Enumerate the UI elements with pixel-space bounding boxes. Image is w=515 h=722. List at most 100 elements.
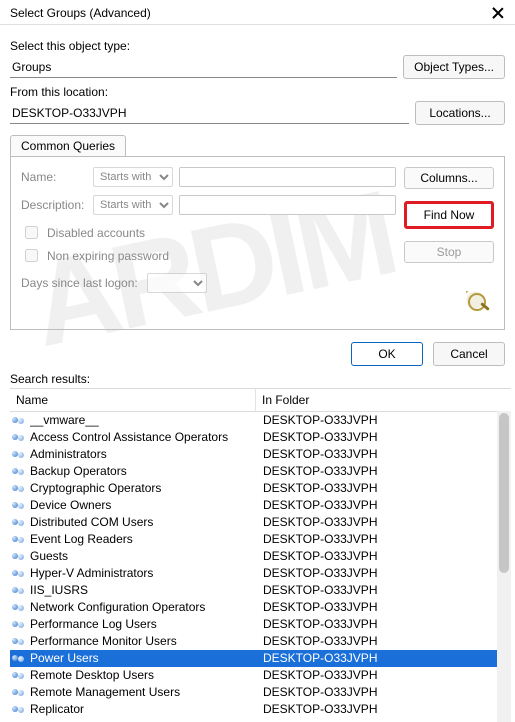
list-item-folder: DESKTOP-O33JVPH	[257, 582, 511, 599]
list-item-folder: DESKTOP-O33JVPH	[257, 616, 511, 633]
scrollbar-thumb[interactable]	[499, 413, 509, 573]
group-icon	[11, 482, 27, 496]
group-icon	[11, 703, 27, 717]
list-item-name: Network Configuration Operators	[30, 599, 257, 616]
list-item-folder: DESKTOP-O33JVPH	[257, 463, 511, 480]
list-item[interactable]: Power UsersDESKTOP-O33JVPH	[10, 650, 511, 667]
list-item[interactable]: Network Configuration OperatorsDESKTOP-O…	[10, 599, 511, 616]
list-item-name: Hyper-V Administrators	[30, 565, 257, 582]
list-item[interactable]: Access Control Assistance OperatorsDESKT…	[10, 429, 511, 446]
group-icon	[11, 431, 27, 445]
close-icon[interactable]	[491, 6, 505, 20]
stop-button: Stop	[404, 241, 494, 263]
results-list[interactable]: __vmware__DESKTOP-O33JVPHAccess Control …	[10, 412, 511, 722]
group-icon	[11, 550, 27, 564]
list-item-folder: DESKTOP-O33JVPH	[257, 497, 511, 514]
list-item-folder: DESKTOP-O33JVPH	[257, 429, 511, 446]
group-icon	[11, 533, 27, 547]
locations-button[interactable]: Locations...	[415, 101, 505, 125]
list-item-folder: DESKTOP-O33JVPH	[257, 633, 511, 650]
results-label: Search results:	[0, 372, 515, 388]
list-item-folder: DESKTOP-O33JVPH	[257, 548, 511, 565]
group-icon	[11, 584, 27, 598]
days-label: Days since last logon:	[21, 276, 141, 290]
list-item-name: Replicator	[30, 701, 257, 718]
list-item[interactable]: GuestsDESKTOP-O33JVPH	[10, 548, 511, 565]
list-item-folder: DESKTOP-O33JVPH	[257, 565, 511, 582]
list-item[interactable]: AdministratorsDESKTOP-O33JVPH	[10, 446, 511, 463]
object-type-field[interactable]	[10, 57, 397, 78]
name-match-select: Starts with	[93, 167, 173, 187]
list-item-folder: DESKTOP-O33JVPH	[257, 599, 511, 616]
list-item-name: Administrators	[30, 446, 257, 463]
ok-button[interactable]: OK	[351, 342, 423, 366]
group-icon	[11, 414, 27, 428]
group-icon	[11, 635, 27, 649]
list-item[interactable]: Hyper-V AdministratorsDESKTOP-O33JVPH	[10, 565, 511, 582]
disabled-accounts-checkbox: Disabled accounts	[21, 223, 396, 242]
list-item[interactable]: Remote Management UsersDESKTOP-O33JVPH	[10, 684, 511, 701]
list-item-name: __vmware__	[30, 412, 257, 429]
find-now-button[interactable]: Find Now	[404, 201, 494, 229]
group-icon	[11, 618, 27, 632]
list-item[interactable]: Performance Monitor UsersDESKTOP-O33JVPH	[10, 633, 511, 650]
nonexpiring-checkbox: Non expiring password	[21, 246, 396, 265]
description-input	[179, 195, 396, 215]
group-icon	[11, 669, 27, 683]
nonexpiring-check	[25, 249, 38, 262]
tab-common-queries[interactable]: Common Queries	[10, 135, 126, 156]
group-icon	[11, 686, 27, 700]
location-field[interactable]	[10, 103, 409, 124]
list-item-name: Device Owners	[30, 497, 257, 514]
description-label: Description:	[21, 198, 87, 212]
list-item-folder: DESKTOP-O33JVPH	[257, 701, 511, 718]
name-label: Name:	[21, 170, 87, 184]
list-item-name: Distributed COM Users	[30, 514, 257, 531]
list-item-name: Remote Desktop Users	[30, 667, 257, 684]
list-item[interactable]: Backup OperatorsDESKTOP-O33JVPH	[10, 463, 511, 480]
list-item-name: Access Control Assistance Operators	[30, 429, 257, 446]
results-header: Name In Folder	[10, 389, 511, 412]
list-item-name: Cryptographic Operators	[30, 480, 257, 497]
list-item[interactable]: __vmware__DESKTOP-O33JVPH	[10, 412, 511, 429]
list-item[interactable]: Remote Desktop UsersDESKTOP-O33JVPH	[10, 667, 511, 684]
list-item-name: Performance Monitor Users	[30, 633, 257, 650]
list-item-folder: DESKTOP-O33JVPH	[257, 531, 511, 548]
list-item-name: Backup Operators	[30, 463, 257, 480]
list-item[interactable]: Cryptographic OperatorsDESKTOP-O33JVPH	[10, 480, 511, 497]
group-icon	[11, 499, 27, 513]
column-name[interactable]: Name	[10, 389, 256, 411]
list-item-name: Guests	[30, 548, 257, 565]
disabled-accounts-check	[25, 226, 38, 239]
group-icon	[11, 465, 27, 479]
group-icon	[11, 601, 27, 615]
description-match-select: Starts with	[93, 195, 173, 215]
list-item[interactable]: Device OwnersDESKTOP-O33JVPH	[10, 497, 511, 514]
column-folder[interactable]: In Folder	[256, 389, 511, 411]
list-item[interactable]: IIS_IUSRSDESKTOP-O33JVPH	[10, 582, 511, 599]
group-icon	[11, 567, 27, 581]
list-item-folder: DESKTOP-O33JVPH	[257, 480, 511, 497]
list-item[interactable]: Distributed COM UsersDESKTOP-O33JVPH	[10, 514, 511, 531]
list-item[interactable]: ReplicatorDESKTOP-O33JVPH	[10, 701, 511, 718]
name-input	[179, 167, 396, 187]
object-type-label: Select this object type:	[10, 39, 505, 53]
list-item-folder: DESKTOP-O33JVPH	[257, 684, 511, 701]
days-select	[147, 273, 207, 293]
list-item-folder: DESKTOP-O33JVPH	[257, 446, 511, 463]
search-icon	[466, 291, 494, 315]
list-item-name: Performance Log Users	[30, 616, 257, 633]
list-item[interactable]: Performance Log UsersDESKTOP-O33JVPH	[10, 616, 511, 633]
group-icon	[11, 448, 27, 462]
list-item-name: Event Log Readers	[30, 531, 257, 548]
object-types-button[interactable]: Object Types...	[403, 55, 505, 79]
scrollbar[interactable]	[497, 411, 511, 722]
list-item[interactable]: Event Log ReadersDESKTOP-O33JVPH	[10, 531, 511, 548]
list-item-folder: DESKTOP-O33JVPH	[257, 650, 511, 667]
nonexpiring-label: Non expiring password	[47, 249, 169, 263]
location-label: From this location:	[10, 85, 505, 99]
cancel-button[interactable]: Cancel	[433, 342, 505, 366]
columns-button[interactable]: Columns...	[404, 167, 494, 189]
list-item-folder: DESKTOP-O33JVPH	[257, 514, 511, 531]
dialog-title: Select Groups (Advanced)	[10, 6, 151, 20]
